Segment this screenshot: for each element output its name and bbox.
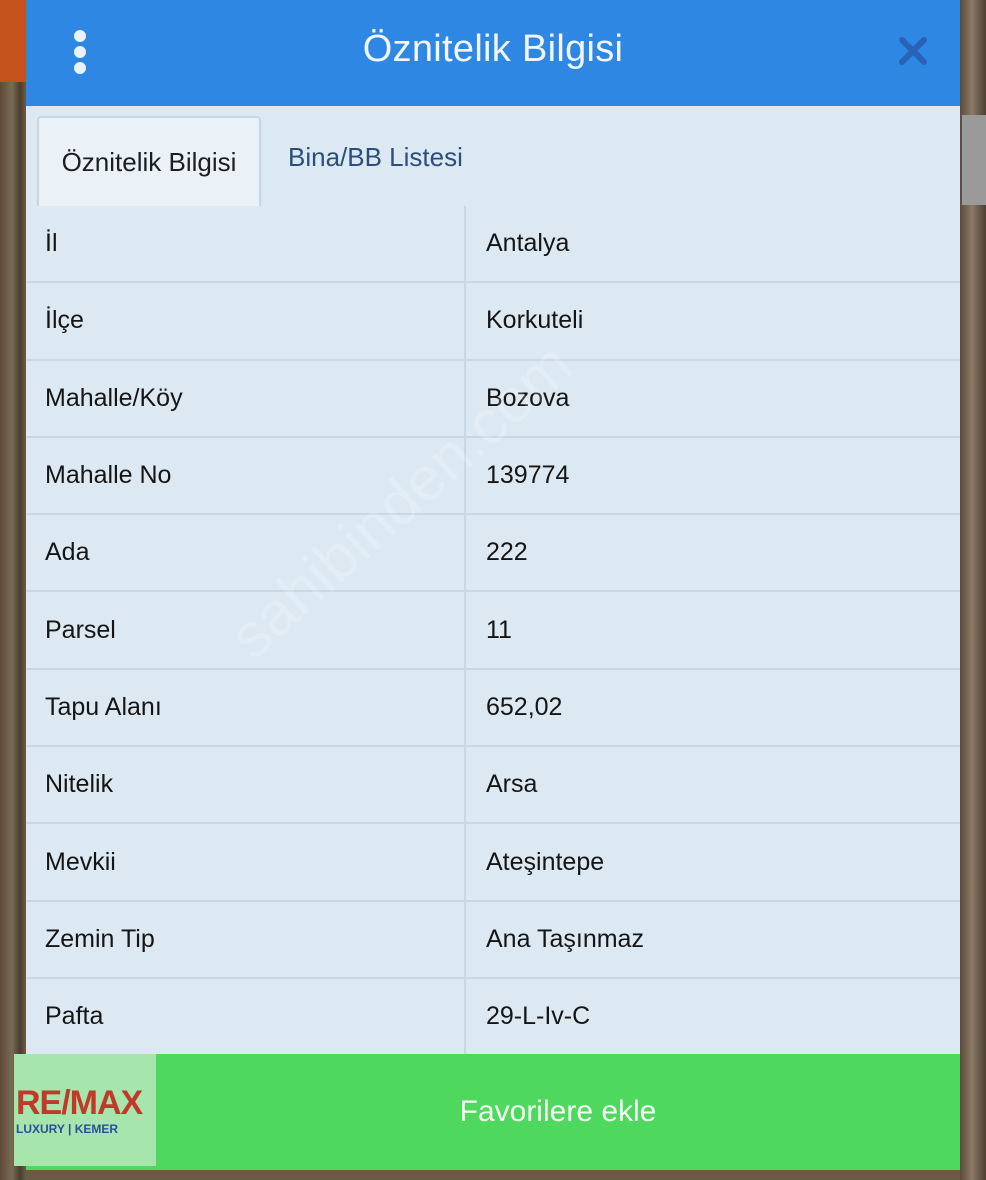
map-scroll-handle xyxy=(962,115,986,205)
attribute-value: Arsa xyxy=(486,770,538,799)
logo-brand: RE/MAX xyxy=(16,1084,143,1122)
map-background-edge xyxy=(0,0,26,82)
attribute-value: 139774 xyxy=(486,461,570,490)
attribute-key: Mahalle/Köy xyxy=(26,360,466,436)
attribute-value: 11 xyxy=(486,615,512,644)
attribute-value: 29-L-Iv-C xyxy=(486,1002,591,1031)
tab-building-list[interactable]: Bina/BB Listesi xyxy=(288,142,463,173)
attribute-value: Ateşintepe xyxy=(486,847,605,876)
attribute-key: İlçe xyxy=(26,283,466,359)
attribute-key: Mevkii xyxy=(26,824,466,900)
table-row: Ada 222 xyxy=(26,515,960,593)
attribute-value: Korkuteli xyxy=(486,306,584,335)
tab-bar: Öznitelik Bilgisi Bina/BB Listesi xyxy=(26,106,960,208)
attribute-key: Mahalle No xyxy=(26,437,466,514)
attribute-value: Antalya xyxy=(486,229,570,258)
table-row: Pafta 29-L-Iv-C xyxy=(26,978,960,1057)
attribute-key: Ada xyxy=(26,515,466,591)
add-favorites-button[interactable]: Favorilere ekle xyxy=(156,1054,960,1170)
dialog-title: Öznitelik Bilgisi xyxy=(362,28,624,70)
attribute-key: Nitelik xyxy=(26,747,466,823)
attribute-key: Pafta xyxy=(26,978,466,1055)
attribute-value: 222 xyxy=(486,538,528,567)
attribute-key: Tapu Alanı xyxy=(26,669,466,746)
dialog-footer: RE/MAX LUXURY | KEMER Favorilere ekle xyxy=(14,1054,960,1170)
table-row: Mevkii Ateşintepe xyxy=(26,824,960,902)
table-row: Zemin Tip Ana Taşınmaz xyxy=(26,901,960,979)
table-row: İl Antalya xyxy=(26,206,960,284)
logo-sub: LUXURY | KEMER xyxy=(16,1122,119,1136)
attribute-key: Parsel xyxy=(26,592,466,668)
attribute-value: 652,02 xyxy=(486,692,563,721)
attribute-dialog: Öznitelik Bilgisi Öznitelik Bilgisi Bina… xyxy=(14,0,960,1170)
table-row: Tapu Alanı 652,02 xyxy=(26,669,960,748)
remax-logo: RE/MAX LUXURY | KEMER xyxy=(14,1054,156,1166)
table-row: Parsel 11 xyxy=(26,592,960,670)
table-row: Nitelik Arsa xyxy=(26,747,960,825)
table-row: İlçe Korkuteli xyxy=(26,283,960,361)
attribute-table: İl Antalya İlçe Korkuteli Mahalle/Köy Bo… xyxy=(26,206,960,1057)
table-row: Mahalle/Köy Bozova xyxy=(26,360,960,438)
table-row: Mahalle No 139774 xyxy=(26,437,960,516)
close-icon[interactable] xyxy=(896,34,930,68)
dialog-header: Öznitelik Bilgisi xyxy=(26,0,960,108)
attribute-value: Ana Taşınmaz xyxy=(486,924,644,953)
tab-attribute-info[interactable]: Öznitelik Bilgisi xyxy=(37,116,261,206)
attribute-value: Bozova xyxy=(486,383,570,412)
attribute-key: İl xyxy=(26,206,466,282)
attribute-key: Zemin Tip xyxy=(26,901,466,977)
